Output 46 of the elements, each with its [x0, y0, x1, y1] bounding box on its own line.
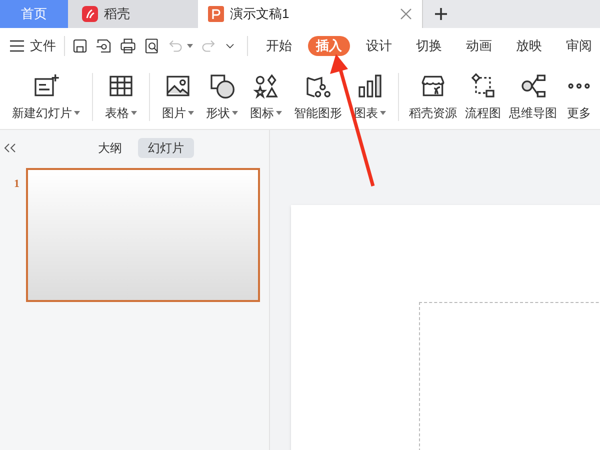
ribbon-tab[interactable]: 设计 [358, 36, 400, 56]
close-icon[interactable] [400, 8, 412, 20]
caret-icon [276, 110, 282, 114]
flowchart-icon[interactable] [469, 72, 497, 100]
ribbon-tab[interactable]: 切换 [408, 36, 450, 56]
caret-icon [380, 110, 386, 114]
panel-tab[interactable]: 大纲 [88, 138, 132, 158]
ribbon-button-label[interactable]: 更多 [567, 104, 591, 122]
slide-number: 1 [14, 177, 20, 192]
ribbon-button-label[interactable]: 流程图 [465, 104, 501, 122]
caret-icon [74, 110, 80, 114]
caret-icon [188, 110, 194, 114]
ribbon-button-label[interactable]: 形状 [206, 104, 238, 122]
print-icon[interactable] [119, 37, 137, 55]
ribbon-tab[interactable]: 开始 [258, 36, 300, 56]
menu-icon [10, 40, 24, 52]
icons-icon[interactable] [252, 72, 280, 100]
file-menu-button[interactable]: 文件 [10, 36, 64, 56]
shapes-icon[interactable] [208, 72, 236, 100]
save-icon[interactable] [71, 37, 89, 55]
ribbon-button-label[interactable]: 稻壳资源 [409, 104, 457, 122]
slide-thumbnail[interactable] [26, 168, 260, 302]
ribbon-button-label[interactable]: 思维导图 [509, 104, 557, 122]
ribbon-button-label[interactable]: 图标 [250, 104, 282, 122]
caret-icon [131, 110, 137, 114]
browser-tab[interactable]: 演示文稿1 [198, 0, 423, 28]
browser-tab[interactable]: 稻壳 [68, 0, 198, 28]
app-logo-icon [82, 6, 98, 22]
caret-icon [187, 44, 193, 48]
caret-icon [232, 110, 238, 114]
export-icon[interactable] [95, 37, 113, 55]
ribbon-tab[interactable]: 审阅 [558, 36, 600, 56]
bar-chart-icon[interactable] [356, 72, 384, 100]
panel-tab[interactable]: 幻灯片 [138, 138, 194, 158]
ribbon-button-label[interactable]: 表格 [105, 104, 137, 122]
ribbon-tab[interactable]: 动画 [458, 36, 500, 56]
collapse-icon[interactable] [4, 143, 16, 153]
mind-map-icon[interactable] [519, 72, 547, 100]
presentation-file-icon [208, 6, 224, 22]
ribbon-button-label[interactable]: 图表 [354, 104, 386, 122]
ribbon-tab[interactable]: 放映 [508, 36, 550, 56]
new-tab-icon[interactable] [434, 7, 448, 21]
ribbon-button-label[interactable]: 新建幻灯片 [12, 104, 80, 122]
print-preview-icon[interactable] [143, 37, 161, 55]
ribbon-button-label[interactable]: 智能图形 [294, 104, 342, 122]
ribbon-button-label[interactable]: 图片 [162, 104, 194, 122]
